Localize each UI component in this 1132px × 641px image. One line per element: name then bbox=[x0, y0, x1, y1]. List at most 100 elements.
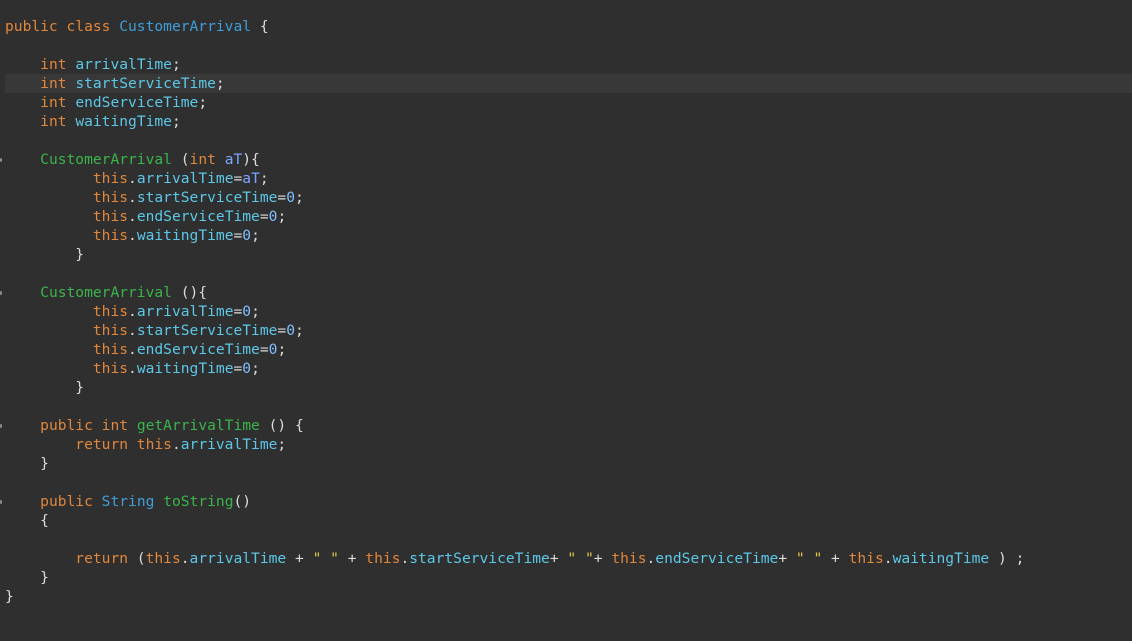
code-token: } bbox=[5, 379, 85, 396]
code-token: . bbox=[883, 550, 893, 567]
code-line[interactable]: this.waitingTime=0; bbox=[5, 359, 260, 378]
code-token: endServiceTime bbox=[136, 208, 260, 225]
code-token: this bbox=[92, 322, 129, 339]
code-editor[interactable]: public class CustomerArrival { int arriv… bbox=[0, 0, 1132, 641]
code-token: endServiceTime bbox=[136, 341, 260, 358]
code-line[interactable]: this.endServiceTime=0; bbox=[5, 340, 286, 359]
code-line[interactable]: } bbox=[5, 378, 84, 397]
code-token: ) ; bbox=[989, 550, 1025, 567]
code-token: ; bbox=[171, 56, 181, 73]
code-token: public class bbox=[5, 18, 120, 35]
code-token: () bbox=[233, 493, 252, 510]
code-line[interactable]: return this.arrivalTime; bbox=[5, 435, 286, 454]
code-token: aT bbox=[224, 151, 243, 168]
code-token: arrivalTime bbox=[75, 56, 172, 73]
code-token: . bbox=[128, 227, 137, 244]
code-token: ; bbox=[277, 436, 287, 453]
code-token: = bbox=[277, 322, 287, 339]
code-line[interactable]: public class CustomerArrival { bbox=[5, 17, 269, 36]
fold-marker-icon[interactable] bbox=[0, 158, 2, 162]
code-token: } bbox=[5, 569, 49, 586]
code-line[interactable]: this.waitingTime=0; bbox=[5, 226, 260, 245]
code-token: return this bbox=[75, 436, 172, 453]
code-token: int bbox=[40, 94, 67, 111]
code-line[interactable]: this.startServiceTime=0; bbox=[5, 321, 304, 340]
code-token: waitingTime bbox=[892, 550, 990, 567]
code-line[interactable]: CustomerArrival (){ bbox=[5, 283, 207, 302]
code-token: + bbox=[286, 550, 313, 567]
code-token: + bbox=[822, 550, 849, 567]
code-token: this bbox=[92, 341, 129, 358]
code-token: this bbox=[365, 550, 401, 567]
code-line[interactable]: this.arrivalTime=0; bbox=[5, 302, 260, 321]
code-line[interactable]: } bbox=[5, 245, 84, 264]
code-token: 0 bbox=[242, 227, 252, 244]
code-token: 0 bbox=[242, 303, 252, 320]
code-token: endServiceTime bbox=[655, 550, 779, 567]
code-token: public bbox=[40, 493, 102, 510]
code-line[interactable]: this.startServiceTime=0; bbox=[5, 188, 304, 207]
code-token: " " bbox=[312, 550, 339, 567]
code-token: waitingTime bbox=[136, 360, 234, 377]
code-token: ; bbox=[198, 94, 208, 111]
code-line[interactable]: this.arrivalTime=aT; bbox=[5, 169, 269, 188]
code-line[interactable]: public String toString() bbox=[5, 492, 251, 511]
code-token: ; bbox=[259, 170, 269, 187]
code-token: ; bbox=[171, 113, 181, 130]
code-line[interactable]: return (this.arrivalTime + " " + this.st… bbox=[5, 549, 1024, 568]
code-token: . bbox=[400, 550, 410, 567]
code-line[interactable]: } bbox=[5, 568, 49, 587]
code-token: ; bbox=[277, 208, 287, 225]
code-token: ; bbox=[295, 189, 304, 206]
fold-marker-icon[interactable] bbox=[0, 424, 2, 428]
code-token: ){ bbox=[242, 151, 260, 168]
code-token: ; bbox=[215, 75, 225, 92]
code-token: " " bbox=[795, 550, 823, 567]
code-line[interactable]: } bbox=[5, 454, 49, 473]
code-token: . bbox=[128, 322, 137, 339]
code-line[interactable]: int endServiceTime; bbox=[5, 93, 207, 112]
code-line[interactable]: { bbox=[5, 511, 49, 530]
code-line[interactable]: int waitingTime; bbox=[5, 112, 181, 131]
code-token: waitingTime bbox=[136, 227, 234, 244]
code-token: () { bbox=[259, 417, 304, 434]
code-token: ; bbox=[295, 322, 304, 339]
code-line[interactable]: public int getArrivalTime () { bbox=[5, 416, 304, 435]
code-token: return bbox=[75, 550, 129, 567]
code-token: this bbox=[92, 189, 129, 206]
code-token: arrivalTime bbox=[189, 550, 287, 567]
code-token: public int bbox=[40, 417, 137, 434]
code-line[interactable]: } bbox=[5, 587, 14, 606]
code-line[interactable]: this.endServiceTime=0; bbox=[5, 207, 286, 226]
code-line[interactable]: int arrivalTime; bbox=[5, 55, 181, 74]
code-token: (){ bbox=[171, 284, 208, 301]
code-token: = bbox=[277, 189, 287, 206]
code-token: CustomerArrival bbox=[40, 284, 172, 301]
code-line[interactable]: CustomerArrival (int aT){ bbox=[5, 150, 260, 169]
code-token: + bbox=[778, 550, 796, 567]
fold-marker-icon[interactable] bbox=[0, 500, 2, 504]
code-token: . bbox=[128, 360, 137, 377]
code-line[interactable]: int startServiceTime; bbox=[5, 74, 225, 93]
code-token: " " bbox=[567, 550, 594, 567]
code-token: } bbox=[5, 455, 49, 472]
code-token: arrivalTime bbox=[136, 303, 234, 320]
code-token: this bbox=[92, 360, 129, 377]
code-token: 0 bbox=[286, 189, 296, 206]
fold-marker-icon[interactable] bbox=[0, 291, 2, 295]
code-token: } bbox=[5, 588, 14, 605]
code-token: = bbox=[259, 208, 269, 225]
code-token: endServiceTime bbox=[75, 94, 199, 111]
code-token: this bbox=[848, 550, 884, 567]
